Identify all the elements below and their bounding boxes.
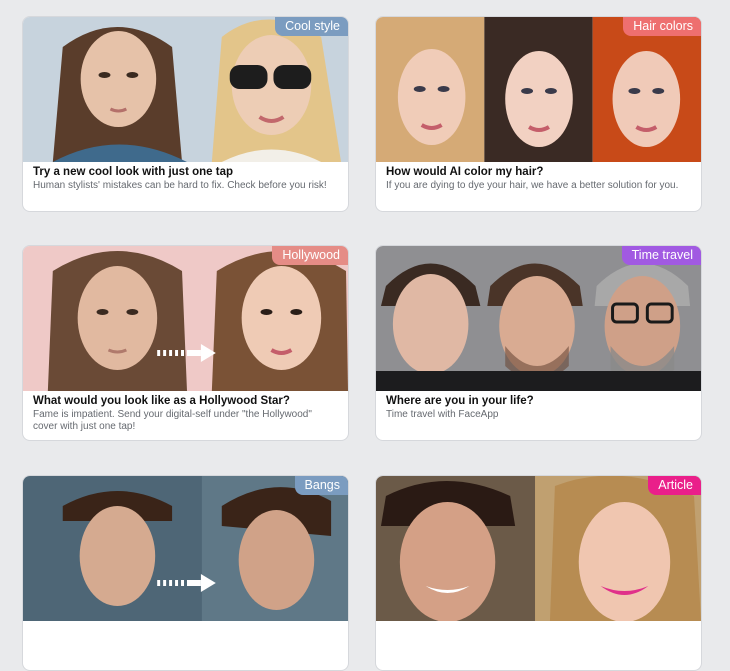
feature-card-hair-colors[interactable]: Hair colors How would AI color my hair? … [375, 16, 702, 212]
card-title: Where are you in your life? [386, 395, 534, 407]
card-description: If you are dying to dye your hair, we ha… [386, 180, 679, 191]
card-title: Try a new cool look with just one tap [33, 166, 233, 178]
card-photo-cool-style [23, 17, 348, 162]
card-description: Human stylists' mistakes can be hard to … [33, 180, 327, 191]
card-photo-hollywood [23, 246, 348, 391]
card-badge: Cool style [275, 17, 348, 36]
card-badge: Bangs [294, 476, 348, 495]
card-badge: Hair colors [623, 17, 701, 36]
feature-card-time-travel[interactable]: Time travel Where are you in your life? … [375, 245, 702, 441]
card-description: Time travel with FaceApp [386, 409, 499, 420]
feature-card-hollywood[interactable]: Hollywood What would you look like as a … [22, 245, 349, 441]
card-title: How would AI color my hair? [386, 166, 544, 178]
card-description: Fame is impatient. Send your digital-sel… [33, 409, 312, 432]
feature-card-article[interactable]: Article [375, 475, 702, 671]
card-title: What would you look like as a Hollywood … [33, 395, 290, 407]
card-badge: Article [648, 476, 701, 495]
feature-card-bangs[interactable]: Bangs [22, 475, 349, 671]
card-photo-bangs [23, 476, 348, 621]
card-badge: Time travel [621, 246, 701, 265]
card-photo-time-travel [376, 246, 701, 391]
feature-card-cool-style[interactable]: Cool style Try a new cool look with just… [22, 16, 349, 212]
card-photo-hair-colors [376, 17, 701, 162]
card-badge: Hollywood [272, 246, 348, 265]
card-photo-article [376, 476, 701, 621]
